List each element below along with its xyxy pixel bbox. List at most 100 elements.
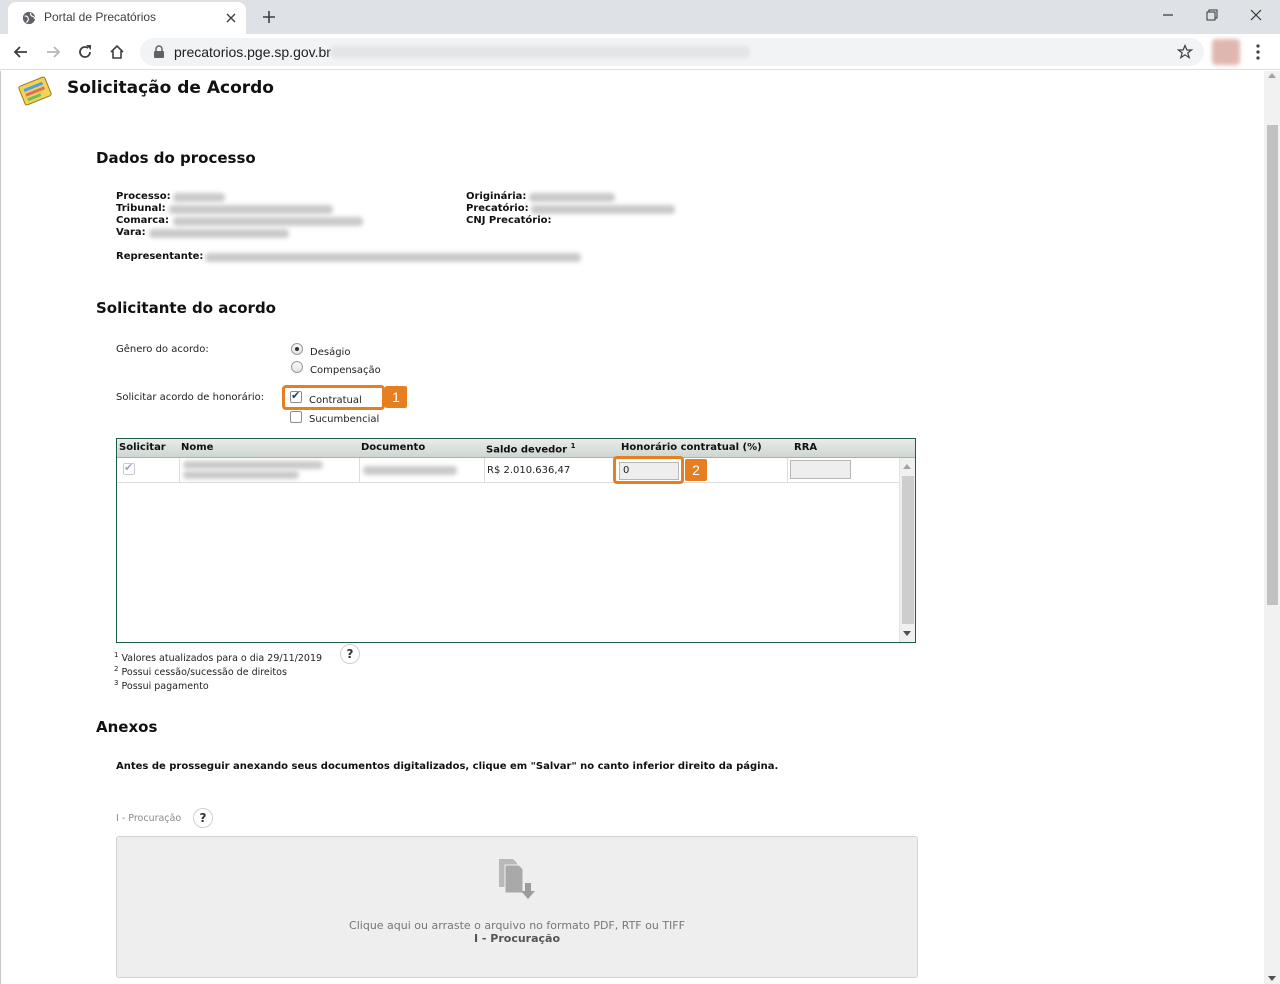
notebook-icon bbox=[18, 76, 52, 106]
procuracao-dropzone[interactable]: Clique aqui ou arraste o arquivo no form… bbox=[116, 836, 918, 978]
footnote-1: 1 Valores atualizados para o dia 29/11/2… bbox=[114, 651, 322, 664]
url-path-redacted bbox=[330, 46, 750, 58]
callout-box-1 bbox=[282, 385, 385, 410]
browser-menu-icon[interactable] bbox=[1248, 41, 1268, 63]
requester-section-heading: Solicitante do acordo bbox=[96, 299, 276, 317]
reload-icon[interactable] bbox=[72, 39, 98, 65]
table-scrollbar[interactable] bbox=[899, 458, 915, 642]
new-tab-icon[interactable] bbox=[258, 6, 280, 28]
col-saldo-devedor[interactable]: Saldo devedor 1 bbox=[486, 442, 575, 455]
originaria-value-redacted bbox=[529, 193, 615, 202]
page-scroll-up-icon[interactable] bbox=[1268, 73, 1276, 78]
minimize-icon[interactable] bbox=[1154, 4, 1182, 26]
forward-arrow-icon[interactable] bbox=[40, 39, 66, 65]
table-row: R$ 2.010.636,47 0 bbox=[117, 458, 899, 483]
footnote-3-sup: 3 bbox=[114, 679, 119, 687]
row-nome-redacted-2 bbox=[183, 471, 299, 479]
genero-label: Gênero do acordo: bbox=[116, 344, 209, 355]
comarca-value-redacted bbox=[173, 217, 363, 226]
back-arrow-icon[interactable] bbox=[8, 39, 34, 65]
help-icon[interactable]: ? bbox=[340, 644, 360, 664]
bookmark-star-icon[interactable] bbox=[1176, 43, 1194, 61]
close-tab-icon[interactable] bbox=[222, 9, 240, 27]
compensacao-radio[interactable] bbox=[291, 361, 303, 373]
comarca-label: Comarca: bbox=[116, 215, 169, 226]
dropzone-title: I - Procuração bbox=[473, 932, 561, 945]
profile-avatar[interactable] bbox=[1212, 39, 1240, 65]
row-solicitar-checkbox[interactable] bbox=[123, 461, 135, 475]
home-icon[interactable] bbox=[104, 39, 130, 65]
page-viewport: Solicitação de Acordo Dados do processo … bbox=[0, 71, 1280, 984]
table-scroll-thumb[interactable] bbox=[902, 476, 914, 624]
honorario-label: Solicitar acordo de honorário: bbox=[116, 392, 265, 403]
col-solicitar[interactable]: Solicitar bbox=[119, 442, 166, 453]
precatorio-value-redacted bbox=[531, 205, 675, 214]
cell-divider bbox=[787, 458, 788, 483]
col-rra[interactable]: RRA bbox=[794, 442, 817, 453]
page-scrollbar[interactable] bbox=[1264, 71, 1280, 984]
tab-strip: Portal de Precatórios bbox=[0, 0, 1280, 34]
creditors-table: Solicitar Nome Documento Saldo devedor 1… bbox=[116, 438, 916, 643]
footnote-2: 2 Possui cessão/sucessão de direitos bbox=[114, 665, 287, 678]
footnote-1-sup: 1 bbox=[114, 651, 119, 659]
attachments-instruction: Antes de prosseguir anexando seus docume… bbox=[116, 761, 779, 772]
page-scroll-thumb[interactable] bbox=[1267, 125, 1278, 605]
footnote-3: 3 Possui pagamento bbox=[114, 679, 209, 692]
representante-label: Representante: bbox=[116, 251, 204, 262]
address-bar[interactable]: precatorios.pge.sp.gov.br bbox=[140, 38, 1204, 66]
footnote-3-text: Possui pagamento bbox=[121, 681, 209, 693]
procuracao-label: I - Procuração bbox=[116, 813, 182, 824]
callout-badge-1: 1 bbox=[385, 386, 407, 408]
process-section-heading: Dados do processo bbox=[96, 149, 256, 167]
table-scroll-up-icon[interactable] bbox=[903, 464, 911, 469]
processo-value-redacted bbox=[173, 193, 225, 202]
desagio-radio[interactable] bbox=[291, 343, 303, 355]
cell-divider bbox=[484, 458, 485, 483]
processo-label: Processo: bbox=[116, 191, 171, 202]
cnj-label: CNJ Precatório: bbox=[466, 215, 552, 226]
originaria-label: Originária: bbox=[466, 191, 527, 202]
close-window-icon[interactable] bbox=[1242, 4, 1270, 26]
representante-value-redacted bbox=[205, 253, 581, 262]
table-header: Solicitar Nome Documento Saldo devedor 1… bbox=[117, 439, 915, 458]
attachments-heading: Anexos bbox=[96, 718, 158, 736]
row-nome-redacted-1 bbox=[183, 461, 323, 469]
cell-divider bbox=[179, 458, 180, 483]
cell-divider bbox=[359, 458, 360, 483]
footnote-1-text: Valores atualizados para o dia 29/11/201… bbox=[121, 653, 323, 665]
dropzone-text: Clique aqui ou arraste o arquivo no form… bbox=[349, 919, 685, 932]
row-saldo: R$ 2.010.636,47 bbox=[487, 465, 571, 476]
col-nome[interactable]: Nome bbox=[181, 442, 213, 453]
footnote-2-sup: 2 bbox=[114, 665, 119, 673]
file-upload-icon bbox=[499, 859, 535, 899]
rra-input[interactable] bbox=[790, 460, 851, 479]
callout-badge-2: 2 bbox=[685, 459, 707, 481]
desagio-label: Deságio bbox=[310, 347, 351, 358]
col-saldo-label: Saldo devedor bbox=[486, 444, 568, 456]
footnote-2-text: Possui cessão/sucessão de direitos bbox=[121, 667, 287, 679]
procuracao-help-icon[interactable]: ? bbox=[193, 808, 213, 828]
browser-toolbar: precatorios.pge.sp.gov.br bbox=[0, 34, 1280, 70]
callout-box-2 bbox=[613, 456, 684, 484]
url-text: precatorios.pge.sp.gov.br bbox=[174, 44, 331, 60]
precatorio-label: Precatório: bbox=[466, 203, 529, 214]
compensacao-label: Compensação bbox=[310, 365, 381, 376]
lock-icon bbox=[154, 45, 164, 58]
tab-title: Portal de Precatórios bbox=[44, 10, 157, 24]
col-saldo-sup: 1 bbox=[570, 442, 576, 450]
vara-label: Vara: bbox=[116, 227, 146, 238]
sucumbencial-label: Sucumbencial bbox=[309, 414, 380, 425]
row-documento-redacted bbox=[363, 466, 457, 475]
tribunal-value-redacted bbox=[169, 205, 333, 214]
col-documento[interactable]: Documento bbox=[361, 442, 425, 453]
globe-icon bbox=[22, 11, 36, 25]
page-scroll-down-icon[interactable] bbox=[1268, 976, 1276, 981]
page-title: Solicitação de Acordo bbox=[67, 78, 274, 98]
sucumbencial-checkbox[interactable] bbox=[290, 411, 302, 423]
browser-tab[interactable]: Portal de Precatórios bbox=[8, 2, 246, 34]
table-scroll-down-icon[interactable] bbox=[903, 631, 911, 636]
tribunal-label: Tribunal: bbox=[116, 203, 166, 214]
vara-value-redacted bbox=[149, 229, 289, 238]
col-honorario[interactable]: Honorário contratual (%) bbox=[621, 442, 762, 453]
restore-icon[interactable] bbox=[1198, 4, 1226, 26]
